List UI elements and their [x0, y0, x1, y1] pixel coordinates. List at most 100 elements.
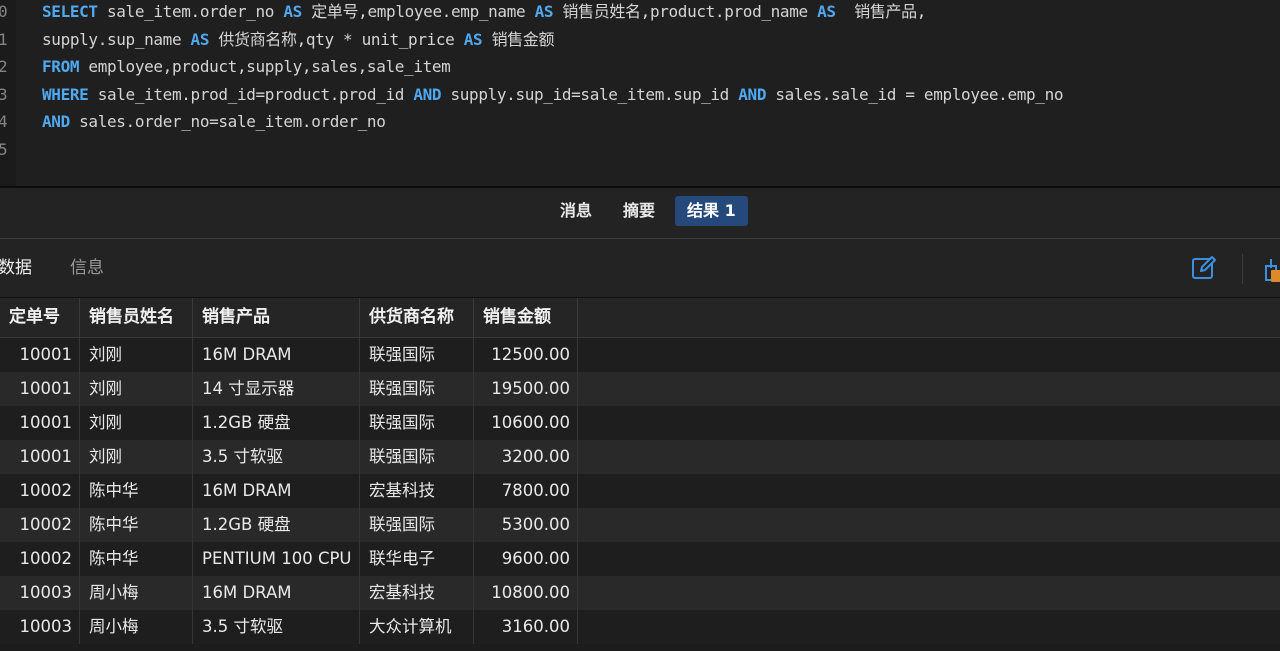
table-row[interactable]: 10001 刘刚 3.5 寸软驱 联强国际 3200.00 [0, 440, 1280, 474]
column-header-salesperson[interactable]: 销售员姓名 [80, 298, 193, 337]
code-text[interactable]: supply.sup_name AS 供货商名称,qty * unit_pric… [42, 28, 555, 52]
sql-keyword: FROM [42, 57, 80, 77]
sql-keyword: AS [190, 29, 210, 49]
cell-product[interactable]: 16M DRAM [193, 338, 360, 372]
cell-supplier[interactable]: 联强国际 [360, 372, 474, 406]
cell-product[interactable]: 14 寸显示器 [193, 372, 360, 406]
cell-supplier[interactable]: 联强国际 [360, 406, 474, 440]
code-text[interactable]: FROM employee,product,supply,sales,sale_… [42, 55, 451, 79]
cell-supplier[interactable]: 大众计算机 [360, 610, 474, 644]
line-number: 0 [0, 2, 8, 21]
line-number: 4 [0, 112, 8, 132]
tab-summary[interactable]: 摘要 [611, 196, 667, 226]
subtab-data[interactable]: 数据 [0, 257, 32, 279]
table-row[interactable]: 10001 刘刚 14 寸显示器 联强国际 19500.00 [0, 372, 1280, 406]
cell-order-no[interactable]: 10002 [0, 508, 80, 542]
code-line[interactable]: 3 WHERE sale_item.prod_id=product.prod_id… [0, 83, 1280, 111]
sql-keyword: WHERE [42, 84, 89, 104]
column-header-amount[interactable]: 销售金额 [474, 298, 578, 337]
sql-text: sales.sale_id = employee.emp_no [766, 84, 1064, 104]
column-header-supplier[interactable]: 供货商名称 [360, 298, 474, 337]
line-number: 3 [0, 84, 8, 104]
sql-text: 销售员姓名,product.prod_name [553, 2, 818, 21]
cell-order-no[interactable]: 10003 [0, 610, 80, 644]
code-text[interactable]: SELECT sale_item.order_no AS 定单号,employe… [42, 0, 926, 24]
sql-text: 销售金额 [482, 29, 555, 49]
sql-text: sale_item.prod_id=product.prod_id [88, 84, 414, 104]
subtab-info[interactable]: 信息 [70, 257, 104, 279]
cell-amount[interactable]: 5300.00 [474, 508, 578, 542]
cell-supplier[interactable]: 联强国际 [360, 440, 474, 474]
cell-salesperson[interactable]: 周小梅 [80, 576, 193, 610]
cell-salesperson[interactable]: 周小梅 [80, 610, 193, 644]
table-row[interactable]: 10003 周小梅 16M DRAM 宏基科技 10800.00 [0, 576, 1280, 610]
cell-amount[interactable]: 3160.00 [474, 610, 578, 644]
cell-amount[interactable]: 7800.00 [474, 474, 578, 508]
cell-product[interactable]: PENTIUM 100 CPU [193, 542, 360, 576]
cell-order-no[interactable]: 10001 [0, 440, 80, 474]
sql-text: sale_item.order_no [97, 2, 284, 21]
cell-amount[interactable]: 12500.00 [474, 338, 578, 372]
code-line[interactable]: 4 AND sales.order_no=sale_item.order_no [0, 110, 1280, 138]
cell-amount[interactable]: 19500.00 [474, 372, 578, 406]
tab-result-1[interactable]: 结果 1 [675, 196, 748, 226]
result-toolbar: 数据 信息 [0, 239, 1280, 298]
cell-salesperson[interactable]: 陈中华 [80, 508, 193, 542]
line-number: 1 [0, 29, 8, 49]
cell-order-no[interactable]: 10001 [0, 338, 80, 372]
cell-supplier[interactable]: 宏基科技 [360, 576, 474, 610]
sql-keyword: AS [283, 2, 302, 21]
cell-product[interactable]: 16M DRAM [193, 474, 360, 508]
cell-order-no[interactable]: 10001 [0, 372, 80, 406]
column-header-product[interactable]: 销售产品 [193, 298, 360, 337]
table-row[interactable]: 10002 陈中华 PENTIUM 100 CPU 联华电子 9600.00 [0, 542, 1280, 576]
export-icon[interactable] [1262, 256, 1280, 284]
cell-amount[interactable]: 3200.00 [474, 440, 578, 474]
cell-salesperson[interactable]: 陈中华 [80, 474, 193, 508]
cell-supplier[interactable]: 宏基科技 [360, 474, 474, 508]
table-row[interactable]: 10001 刘刚 16M DRAM 联强国际 12500.00 [0, 338, 1280, 372]
cell-supplier[interactable]: 联强国际 [360, 508, 474, 542]
cell-amount[interactable]: 10800.00 [474, 576, 578, 610]
tab-messages[interactable]: 消息 [548, 196, 604, 226]
sql-editor[interactable]: 0 SELECT sale_item.order_no AS 定单号,employ… [0, 0, 1280, 186]
sql-keyword: AND [42, 112, 70, 132]
cell-order-no[interactable]: 10002 [0, 474, 80, 508]
cell-product[interactable]: 3.5 寸软驱 [193, 440, 360, 474]
cell-order-no[interactable]: 10001 [0, 406, 80, 440]
cell-supplier[interactable]: 联强国际 [360, 338, 474, 372]
sql-keyword: AND [413, 84, 442, 104]
cell-product[interactable]: 3.5 寸软驱 [193, 610, 360, 644]
cell-product[interactable]: 1.2GB 硬盘 [193, 508, 360, 542]
cell-salesperson[interactable]: 刘刚 [80, 338, 193, 372]
code-line[interactable]: 5 [0, 138, 1280, 166]
sql-text: employee,product,supply,sales,sale_item [79, 57, 451, 77]
code-text[interactable]: WHERE sale_item.prod_id=product.prod_id … [42, 83, 1064, 107]
cell-product[interactable]: 1.2GB 硬盘 [193, 406, 360, 440]
cell-order-no[interactable]: 10003 [0, 576, 80, 610]
cell-amount[interactable]: 9600.00 [474, 542, 578, 576]
table-row[interactable]: 10001 刘刚 1.2GB 硬盘 联强国际 10600.00 [0, 406, 1280, 440]
edit-icon[interactable] [1190, 254, 1218, 282]
cell-product[interactable]: 16M DRAM [193, 576, 360, 610]
cell-salesperson[interactable]: 刘刚 [80, 406, 193, 440]
code-line[interactable]: 1 supply.sup_name AS 供货商名称,qty * unit_pri… [0, 28, 1280, 56]
column-header-order-no[interactable]: 定单号 [0, 298, 80, 337]
table-row[interactable]: 10002 陈中华 16M DRAM 宏基科技 7800.00 [0, 474, 1280, 508]
code-line[interactable]: 2 FROM employee,product,supply,sales,sale… [0, 55, 1280, 83]
code-line[interactable]: 0 SELECT sale_item.order_no AS 定单号,employ… [0, 0, 1280, 28]
sql-text: 供货商名称,qty * unit_price [209, 29, 464, 49]
line-number: 2 [0, 57, 8, 77]
result-grid[interactable]: 定单号 销售员姓名 销售产品 供货商名称 销售金额 10001 刘刚 16M DRA… [0, 298, 1280, 651]
cell-salesperson[interactable]: 刘刚 [80, 440, 193, 474]
table-row[interactable]: 10002 陈中华 1.2GB 硬盘 联强国际 5300.00 [0, 508, 1280, 542]
sql-keyword: AS [463, 29, 483, 49]
code-text[interactable]: AND sales.order_no=sale_item.order_no [42, 110, 386, 134]
grid-header: 定单号 销售员姓名 销售产品 供货商名称 销售金额 [0, 298, 1280, 338]
table-row[interactable]: 10003 周小梅 3.5 寸软驱 大众计算机 3160.00 [0, 610, 1280, 644]
cell-supplier[interactable]: 联华电子 [360, 542, 474, 576]
cell-salesperson[interactable]: 刘刚 [80, 372, 193, 406]
cell-amount[interactable]: 10600.00 [474, 406, 578, 440]
cell-order-no[interactable]: 10002 [0, 542, 80, 576]
cell-salesperson[interactable]: 陈中华 [80, 542, 193, 576]
